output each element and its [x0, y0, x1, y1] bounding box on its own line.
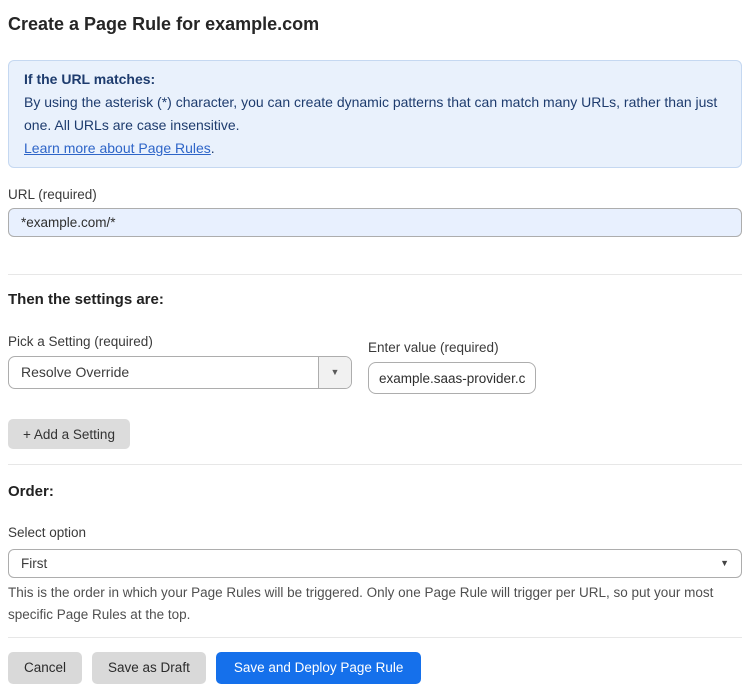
chevron-down-icon: ▼ — [330, 367, 340, 377]
link-suffix: . — [210, 140, 215, 156]
footer-actions: Cancel Save as Draft Save and Deploy Pag… — [8, 637, 742, 684]
info-box-link-line: Learn more about Page Rules. — [24, 137, 726, 160]
page-rule-form: Create a Page Rule for example.com If th… — [0, 0, 750, 684]
dropdown-arrow-button[interactable]: ▼ — [318, 357, 351, 388]
url-input[interactable] — [8, 208, 742, 237]
value-field-label: Enter value (required) — [368, 340, 499, 355]
setting-picker-value: Resolve Override — [21, 364, 130, 380]
learn-more-link[interactable]: Learn more about Page Rules — [24, 140, 211, 156]
setting-picker-label: Pick a Setting (required) — [8, 334, 153, 349]
setting-picker-column: Pick a Setting (required) Resolve Overri… — [8, 334, 352, 389]
page-title: Create a Page Rule for example.com — [8, 14, 320, 34]
add-setting-button[interactable]: + Add a Setting — [8, 419, 130, 449]
info-box: If the URL matches: By using the asteris… — [8, 60, 742, 168]
divider — [8, 464, 742, 465]
settings-row: Pick a Setting (required) Resolve Overri… — [8, 334, 742, 394]
settings-heading: Then the settings are: — [8, 291, 164, 308]
setting-picker-dropdown[interactable]: Resolve Override ▼ — [8, 356, 352, 389]
order-select-label: Select option — [8, 525, 87, 540]
setting-value-input[interactable] — [368, 362, 536, 394]
info-box-body: By using the asterisk (*) character, you… — [24, 94, 718, 133]
cancel-button[interactable]: Cancel — [8, 652, 83, 684]
url-label: URL (required) — [8, 187, 97, 202]
value-field-column: Enter value (required) — [368, 340, 536, 394]
chevron-down-icon: ▼ — [720, 558, 729, 568]
save-draft-button[interactable]: Save as Draft — [92, 652, 206, 684]
order-select[interactable]: First ▼ — [8, 549, 742, 578]
save-deploy-button[interactable]: Save and Deploy Page Rule — [215, 652, 422, 684]
order-help-text: This is the order in which your Page Rul… — [8, 585, 714, 622]
divider — [8, 274, 742, 275]
order-select-value: First — [21, 556, 48, 571]
info-box-title: If the URL matches: — [24, 71, 156, 87]
order-heading: Order: — [8, 483, 54, 500]
